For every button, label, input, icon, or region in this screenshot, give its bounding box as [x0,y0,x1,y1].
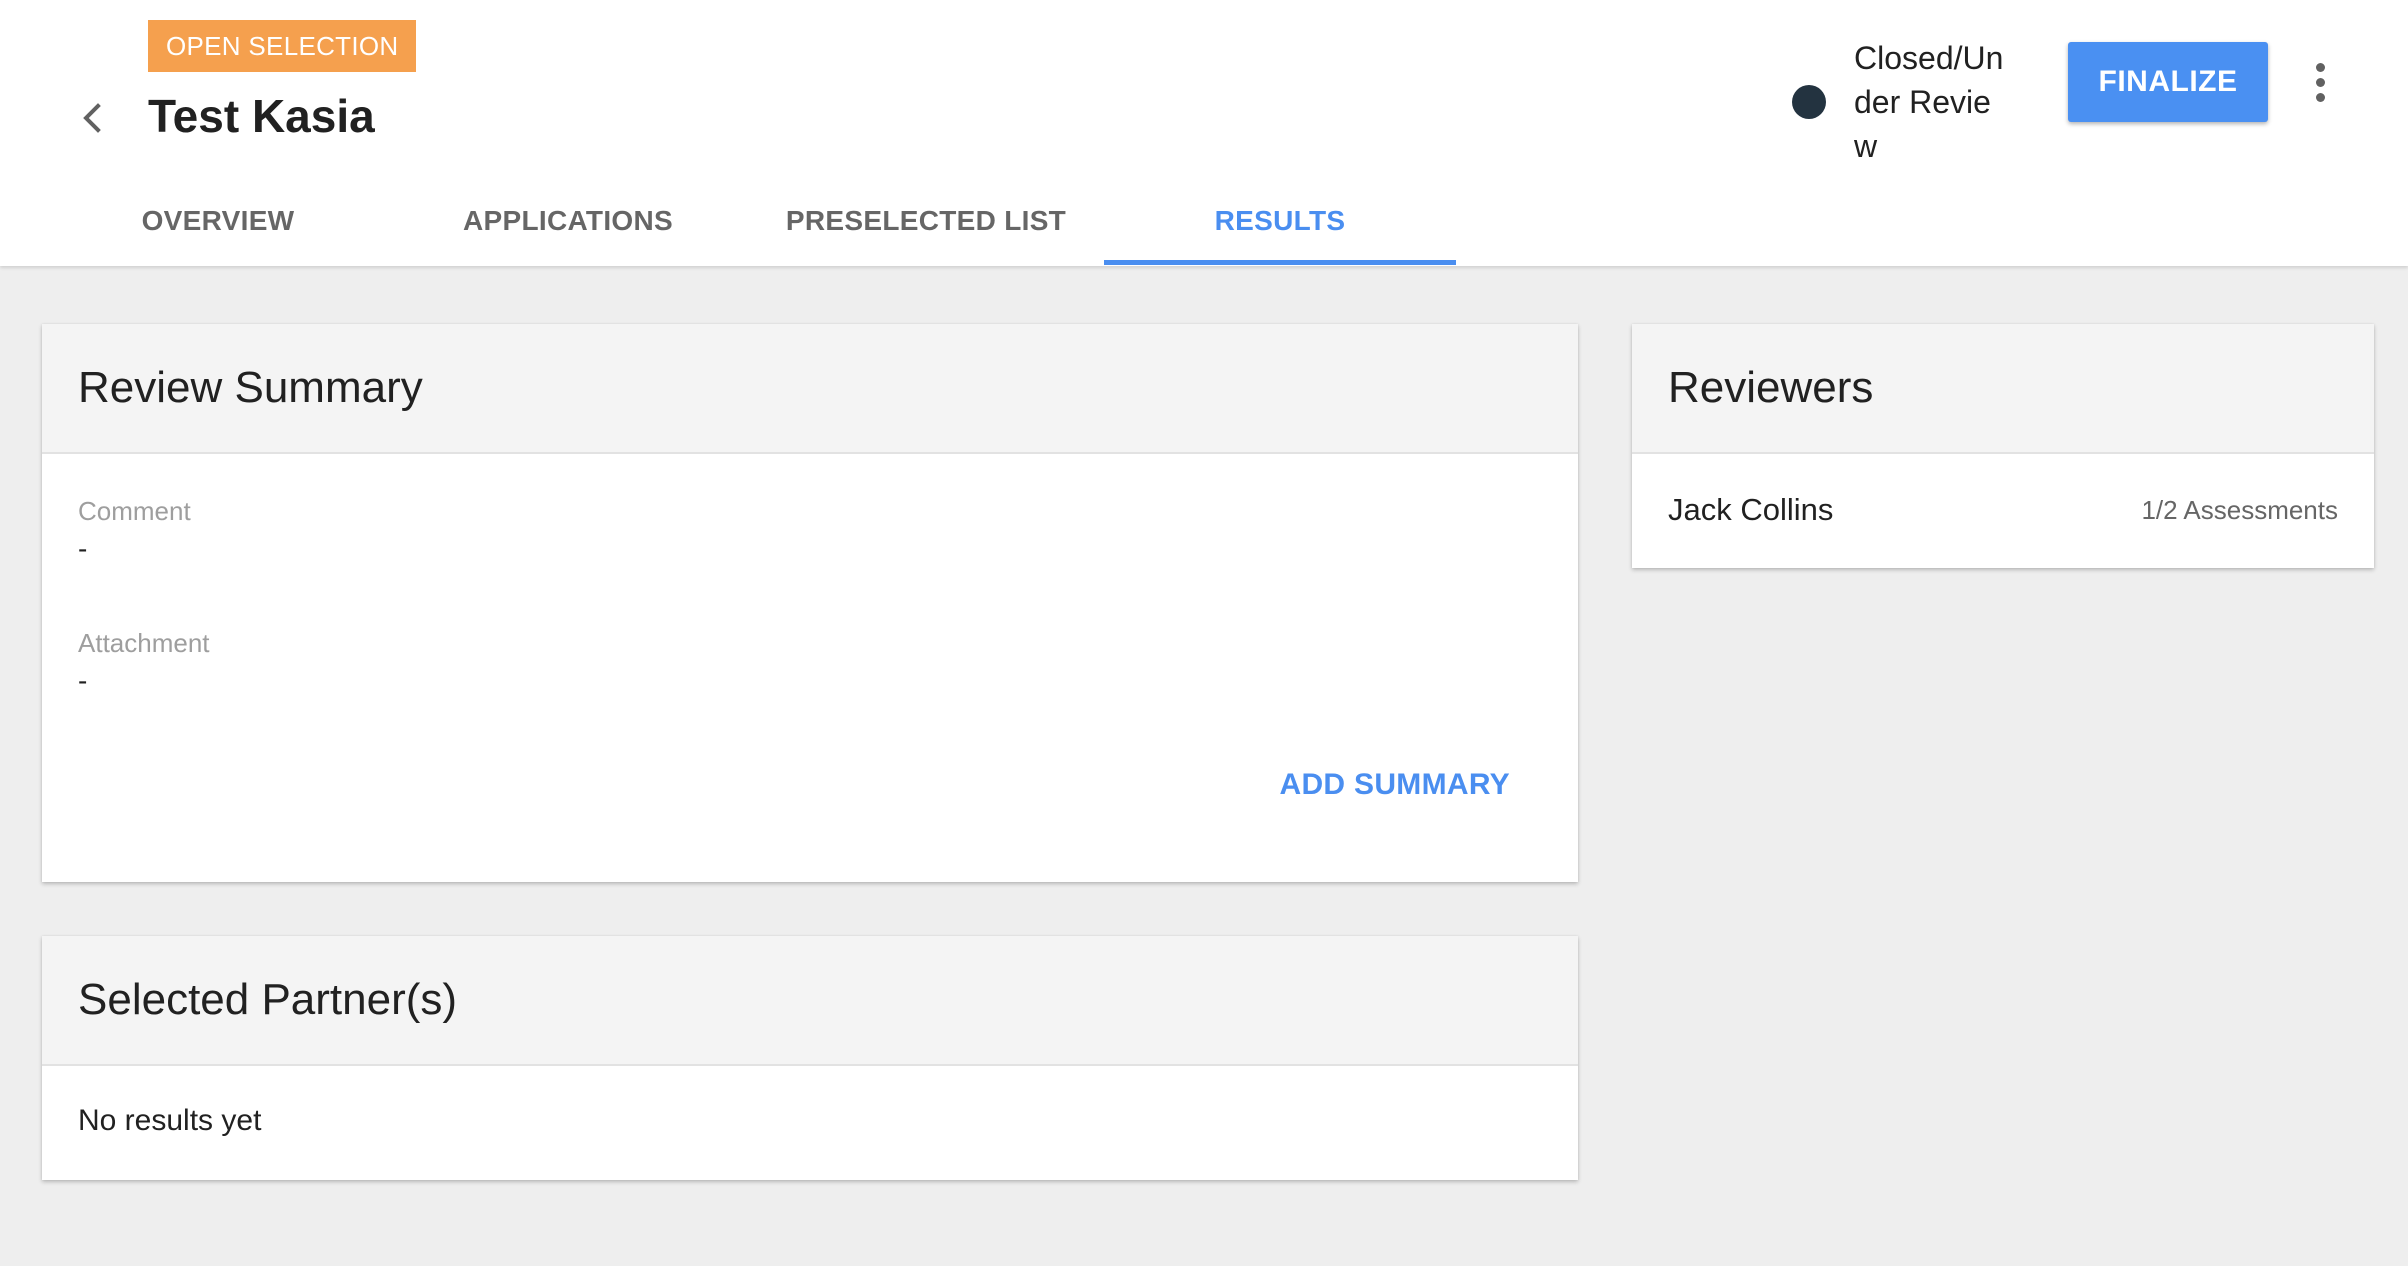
status-badge: OPEN SELECTION [148,20,417,72]
empty-results-text: No results yet [78,1104,262,1137]
card-title: Selected Partner(s) [78,975,458,1024]
comment-value: - [78,533,88,564]
reviewer-name: Jack Collins [1668,492,1834,527]
chevron-left-icon [83,103,101,133]
comment-field: Comment - [78,496,191,565]
reviewer-assessments: 1/2 Assessments [2141,494,2338,525]
reviewer-row: Jack Collins 1/2 Assessments [1632,454,2374,566]
review-summary-card: Review Summary Comment - Attachment - AD… [42,324,1578,882]
status-dot-icon [1792,85,1826,119]
attachment-label: Attachment [78,628,210,658]
tab-preselected-list[interactable]: PRESELECTED LIST [784,176,1068,266]
more-options-icon[interactable] [2298,56,2342,108]
reviewers-card: Reviewers Jack Collins 1/2 Assessments [1632,324,2374,568]
selected-partners-card: Selected Partner(s) No results yet [42,936,1578,1180]
more-dot [2315,62,2325,72]
comment-label: Comment [78,496,191,526]
more-dot [2315,77,2325,87]
add-summary-button[interactable]: ADD SUMMARY [1279,768,1510,802]
more-dot [2315,92,2325,102]
card-header: Selected Partner(s) [42,936,1578,1066]
status-text: Closed/Under Review [1854,40,2004,164]
selection-status: Closed/Under Review [1792,36,2014,168]
page-title: Test Kasia [148,90,375,142]
page-header: OPEN SELECTION Test Kasia Closed/Under R… [0,0,2408,266]
card-header: Reviewers [1632,324,2374,454]
back-button[interactable] [66,92,118,144]
tab-overview[interactable]: OVERVIEW [120,176,316,266]
card-title: Review Summary [78,363,423,412]
card-header: Review Summary [42,324,1578,454]
attachment-value: - [78,665,88,696]
active-tab-indicator [1104,260,1456,265]
tab-bar: OVERVIEW APPLICATIONS PRESELECTED LIST R… [0,176,1460,266]
tab-applications[interactable]: APPLICATIONS [456,176,680,266]
card-title: Reviewers [1668,363,1874,412]
attachment-field: Attachment - [78,628,210,697]
tab-results[interactable]: RESULTS [1104,176,1456,266]
finalize-button[interactable]: FINALIZE [2068,42,2268,122]
